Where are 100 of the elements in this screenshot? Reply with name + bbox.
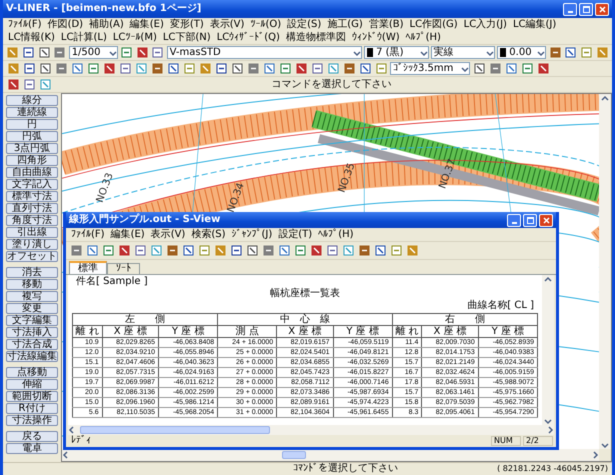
menu-item[interactable]: 編集(E) (126, 18, 167, 31)
menu-item[interactable]: LC入力(J) (460, 18, 510, 31)
menu-item[interactable]: LC編集(J) (510, 18, 560, 31)
font-combo[interactable]: ｺﾞｼｯｸ3.5mm (390, 62, 470, 75)
vertical-scrollbar[interactable] (599, 94, 611, 449)
toolbar-button[interactable] (150, 62, 164, 76)
menu-item[interactable]: 設定(S) (284, 18, 324, 31)
toolbar-button[interactable] (166, 62, 180, 76)
linetype-combo[interactable]: 実線 (430, 46, 496, 59)
menu-item[interactable]: ｳｨﾝﾄﾞｳ(W) (348, 31, 403, 44)
command-button[interactable]: オフセット (6, 251, 58, 262)
toolbar-button[interactable] (294, 62, 308, 76)
toolbar-button[interactable] (101, 244, 115, 258)
toolbar-button[interactable] (181, 244, 195, 258)
maximize-button[interactable] (579, 2, 593, 16)
command-button[interactable]: 寸法線編集 (6, 351, 58, 362)
toolbar-button[interactable] (230, 62, 244, 76)
toolbar-button[interactable] (135, 46, 149, 60)
toolbar-button[interactable] (22, 78, 36, 92)
toolbar-button[interactable] (262, 62, 276, 76)
minimize-button[interactable] (507, 214, 521, 226)
scrollbar-thumb[interactable] (282, 451, 306, 459)
toolbar-button[interactable] (520, 62, 534, 76)
toolbar-button[interactable] (22, 62, 36, 76)
toolbar-button[interactable] (85, 244, 99, 258)
toolbar-button[interactable] (165, 244, 179, 258)
menu-item[interactable]: 営業(B) (366, 18, 407, 31)
toolbar-button[interactable] (278, 62, 292, 76)
toolbar-button[interactable] (536, 62, 550, 76)
command-button[interactable]: 寸法操作 (6, 415, 58, 426)
tab[interactable]: 標準 (69, 261, 107, 274)
toolbar-button[interactable] (357, 244, 371, 258)
lineweight-combo[interactable]: 0.00 (497, 46, 546, 59)
toolbar-button[interactable] (133, 244, 147, 258)
command-button[interactable]: 文字記入 (6, 179, 58, 190)
toolbar-button[interactable] (310, 62, 324, 76)
toolbar-button[interactable] (342, 62, 356, 76)
toolbar-button[interactable] (373, 244, 387, 258)
layer-combo[interactable]: V-masSTD (166, 46, 362, 59)
vertical-scrollbar[interactable] (542, 275, 554, 425)
toolbar-button[interactable] (229, 244, 243, 258)
menu-item[interactable]: ﾌｧｲﾙ(F) (68, 228, 108, 241)
toolbar-button[interactable] (245, 244, 259, 258)
command-button[interactable]: 範囲切断 (6, 391, 58, 402)
command-button[interactable]: 自由曲線 (6, 167, 58, 178)
close-button[interactable] (595, 2, 609, 16)
menu-item[interactable]: LC下部(N) (160, 31, 214, 44)
toolbar-button[interactable] (120, 46, 134, 60)
toolbar-button[interactable] (548, 46, 562, 60)
toolbar-button[interactable] (309, 244, 323, 258)
menu-item[interactable]: 構造物標準図 (282, 31, 349, 44)
toolbar-button[interactable] (214, 62, 228, 76)
toolbar-button[interactable] (472, 62, 486, 76)
menu-item[interactable]: 作図(D) (44, 18, 86, 31)
menu-item[interactable]: 施工(G) (324, 18, 366, 31)
menu-item[interactable]: 検索(S) (188, 228, 228, 241)
command-button[interactable]: 点移動 (6, 367, 58, 378)
command-button[interactable]: 消去 (6, 267, 58, 278)
command-button[interactable]: 連続線 (6, 107, 58, 118)
command-button[interactable]: 複写 (6, 291, 58, 302)
command-button[interactable]: 塗り潰し (6, 239, 58, 250)
toolbar-button[interactable] (118, 62, 132, 76)
toolbar-button[interactable] (150, 46, 165, 60)
menu-item[interactable]: LC計算(L) (58, 31, 110, 44)
command-button[interactable]: 四角形 (6, 155, 58, 166)
command-button[interactable]: 寸法合成 (6, 339, 58, 350)
toolbar-button[interactable] (293, 244, 307, 258)
command-button[interactable]: R付け (6, 403, 58, 414)
command-button[interactable]: 電卓 (6, 443, 58, 454)
close-button[interactable] (539, 214, 553, 226)
command-button[interactable]: 引出線 (6, 227, 58, 238)
toolbar-button[interactable] (102, 62, 116, 76)
menu-item[interactable]: 設定(T) (275, 228, 316, 241)
command-button[interactable]: 移動 (6, 279, 58, 290)
menu-item[interactable]: 変形(T) (166, 18, 207, 31)
maximize-button[interactable] (523, 214, 537, 226)
command-button[interactable]: 線分 (6, 95, 58, 106)
horizontal-scrollbar[interactable] (62, 449, 599, 461)
menu-item[interactable]: ﾍﾙﾌﾟ(H) (402, 31, 444, 44)
menu-item[interactable]: 補助(A) (86, 18, 127, 31)
command-button[interactable]: 標準寸法 (6, 191, 58, 202)
menu-item[interactable]: ﾂｰﾙ(O) (247, 18, 284, 31)
toolbar-button[interactable] (564, 46, 578, 60)
toolbar-button[interactable] (358, 62, 372, 76)
command-button[interactable]: 寸法挿入 (6, 327, 58, 338)
scrollbar-thumb[interactable] (80, 426, 270, 434)
command-button[interactable]: 3点円弧 (6, 143, 58, 154)
command-button[interactable]: 円弧 (6, 131, 58, 142)
menu-item[interactable]: 表示(V) (148, 228, 188, 241)
toolbar-button[interactable] (70, 62, 84, 76)
pen-combo[interactable]: 7 (黒) (364, 46, 429, 59)
toolbar-button[interactable] (504, 62, 518, 76)
minimize-button[interactable] (563, 2, 577, 16)
toolbar-button[interactable] (37, 46, 52, 60)
command-button[interactable]: 角度寸法 (6, 215, 58, 226)
command-button[interactable]: 伸縮 (6, 379, 58, 390)
toolbar-button[interactable] (38, 62, 52, 76)
menu-item[interactable]: LCｳｨｻﾞｰﾄﾞ(Q) (214, 31, 283, 44)
menu-item[interactable]: LC情報(K) (5, 31, 58, 44)
toolbar-button[interactable] (325, 244, 339, 258)
